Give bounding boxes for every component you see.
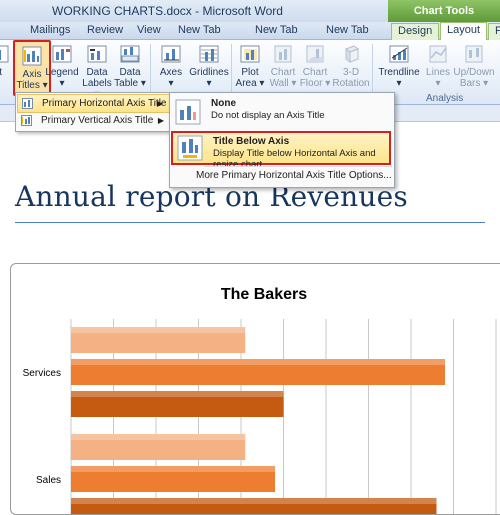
category-label: Sales — [36, 475, 61, 486]
tab-format[interactable]: F — [488, 23, 500, 40]
tab-new-3[interactable]: New Tab — [326, 23, 369, 39]
chart-tools-tab-group: Chart Tools — [388, 0, 500, 22]
axes-icon — [161, 45, 181, 63]
data-table-icon — [120, 45, 140, 63]
gridlines-button[interactable]: Gridlines ▾ — [189, 40, 229, 96]
trendline-icon — [389, 45, 409, 63]
cube-icon — [344, 45, 360, 63]
ribbon-separator — [231, 44, 232, 92]
no-axis-title-icon — [175, 99, 201, 125]
tab-new-2[interactable]: New Tab — [255, 23, 298, 39]
tab-design[interactable]: Design — [391, 23, 440, 40]
ribbon-tabs: Mailings Review View New Tab New Tab New… — [0, 22, 500, 41]
tab-new-1[interactable]: New Tab — [178, 23, 221, 39]
up-down-bars-icon — [465, 45, 483, 63]
submenu-arrow-icon: ▶ — [157, 116, 164, 125]
plot-area-button[interactable]: Plot Area ▾ — [233, 40, 267, 96]
gridlines-icon — [199, 45, 219, 63]
chart-title-icon — [0, 45, 9, 63]
menu-item-primary-vertical-axis-title[interactable]: Primary Vertical Axis Title ▶ — [17, 112, 170, 129]
more-axis-title-options[interactable]: More Primary Horizontal Axis Title Optio… — [196, 170, 392, 181]
legend-button[interactable]: Legend ▾ — [45, 40, 79, 96]
title-below-axis-icon — [177, 135, 203, 161]
ribbon-separator — [150, 44, 151, 92]
legend-icon — [52, 45, 72, 63]
chart-bar-highlight — [71, 327, 246, 333]
lines-icon — [429, 45, 447, 63]
chart-area[interactable]: The Bakers Services Sales — [10, 263, 500, 515]
heading-underline — [15, 222, 485, 223]
menu-item-primary-horizontal-axis-title[interactable]: Primary Horizontal Axis Title ▶ — [17, 94, 170, 113]
horizontal-axis-title-flyout: None Do not display an Axis Title Title … — [169, 92, 395, 188]
ribbon-separator — [372, 44, 373, 92]
chart-bar-highlight — [71, 434, 246, 440]
option-title-below-axis[interactable]: Title Below Axis Display Title below Hor… — [171, 131, 391, 170]
category-label: Services — [23, 368, 61, 379]
chart-bar-highlight — [71, 391, 284, 397]
chart-wall-icon — [274, 45, 292, 63]
data-labels-button[interactable]: Data Labels ▾ — [80, 40, 114, 100]
bar-chart: The Bakers Services Sales — [23, 286, 497, 514]
chart-floor-icon — [306, 45, 324, 63]
tab-layout[interactable]: Layout — [440, 22, 488, 41]
lines-button[interactable]: Lines ▾ — [421, 40, 455, 96]
analysis-group-label: Analysis — [426, 93, 464, 104]
trendline-button[interactable]: Trendline ▾ — [378, 40, 420, 96]
menu-divider — [204, 166, 392, 167]
chart-title: The Bakers — [221, 286, 307, 303]
tab-review[interactable]: Review — [87, 23, 123, 39]
tab-mailings[interactable]: Mailings — [30, 23, 70, 39]
chart-wall-button[interactable]: Chart Wall ▾ — [266, 40, 300, 96]
submenu-arrow-icon: ▶ — [156, 99, 163, 108]
title-bar: WORKING CHARTS.docx - Microsoft Word Cha… — [0, 0, 500, 22]
window-title: WORKING CHARTS.docx - Microsoft Word — [52, 4, 283, 18]
chart-bar-highlight — [71, 466, 275, 472]
option-none[interactable]: None Do not display an Axis Title — [171, 95, 391, 129]
axis-titles-icon — [22, 46, 42, 66]
vertical-axis-title-icon — [21, 115, 32, 126]
chart-bar-highlight — [71, 359, 445, 365]
chart-floor-button[interactable]: Chart Floor ▾ — [298, 40, 332, 96]
plot-area-icon — [240, 45, 260, 63]
tab-view[interactable]: View — [137, 23, 161, 39]
data-table-button[interactable]: Data Table ▾ — [113, 40, 147, 96]
up-down-bars-button[interactable]: Up/Down Bars ▾ — [452, 40, 496, 96]
data-labels-icon — [87, 45, 107, 63]
axes-button[interactable]: Axes ▾ — [154, 40, 188, 96]
3d-rotation-button[interactable]: 3-D Rotation — [332, 40, 370, 96]
axis-titles-menu: Primary Horizontal Axis Title ▶ Primary … — [15, 92, 172, 132]
horizontal-axis-title-icon — [22, 98, 33, 109]
chart-bar-highlight — [71, 498, 437, 504]
